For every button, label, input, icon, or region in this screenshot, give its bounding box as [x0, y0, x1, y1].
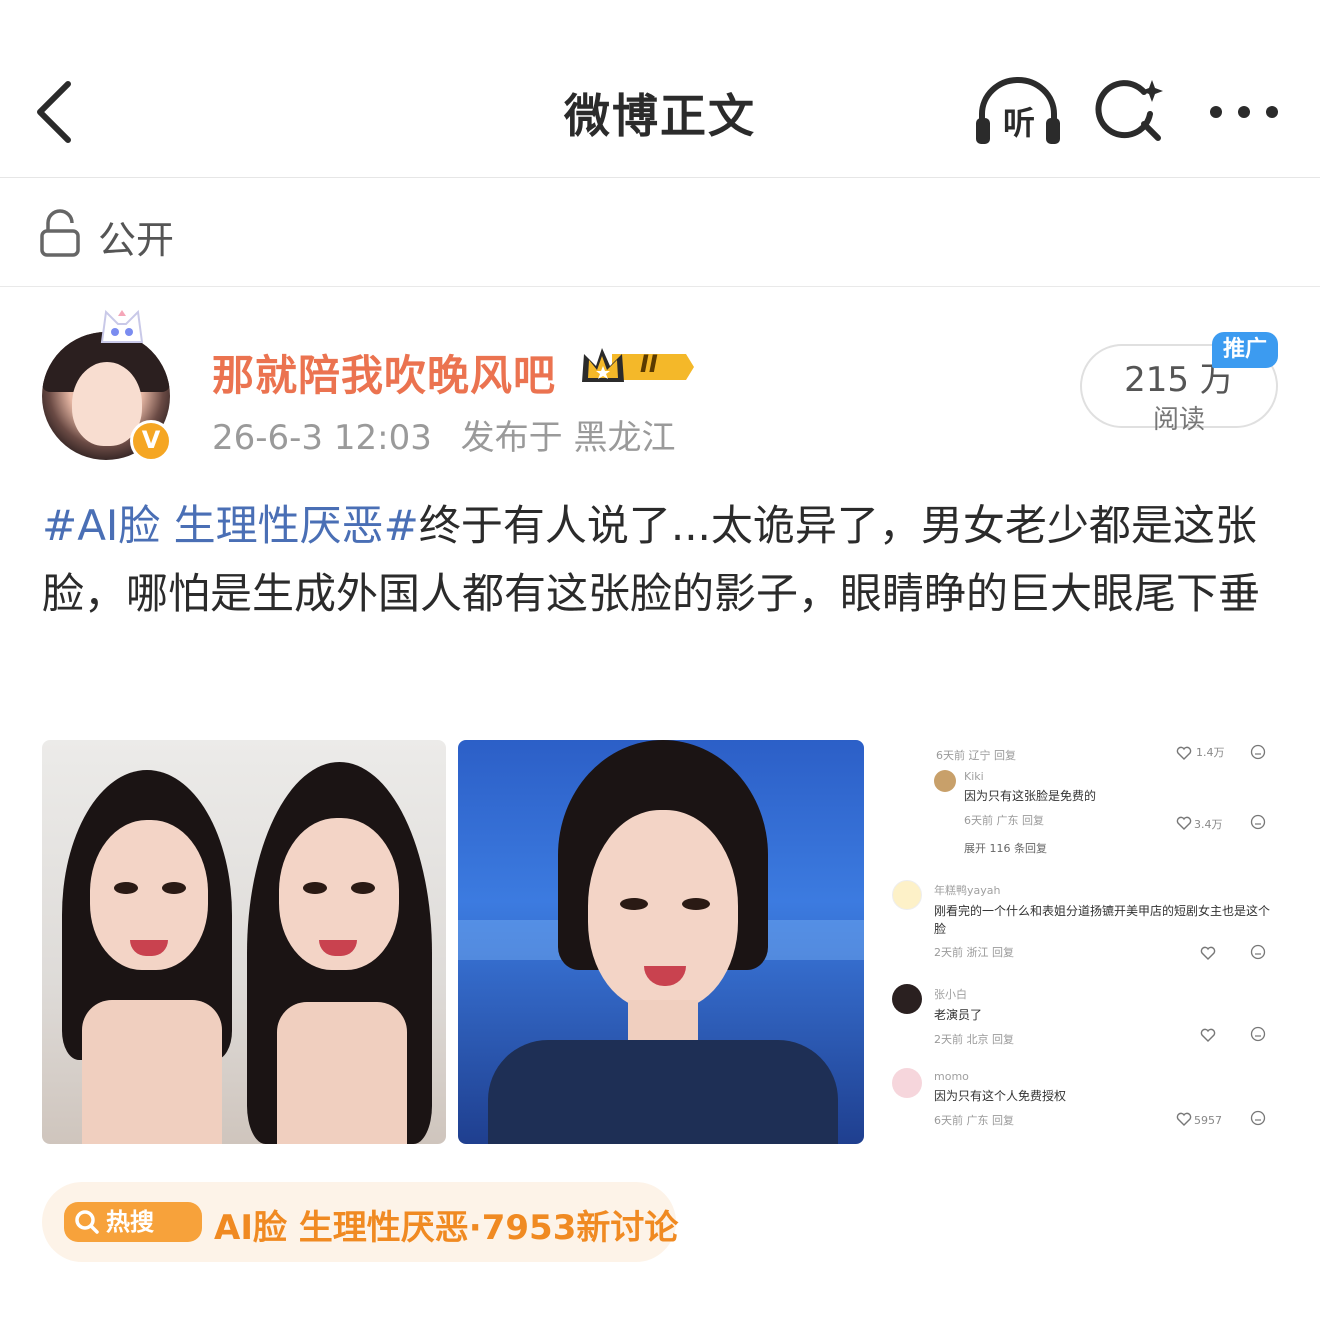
- listen-button[interactable]: 听: [972, 74, 1064, 148]
- top-bar: 微博正文 听: [0, 0, 1320, 178]
- hot-search-badge: 热搜: [64, 1202, 202, 1242]
- heart-icon[interactable]: [1176, 816, 1192, 830]
- hot-search-text: AI脸 生理性厌恶·7953新讨论: [214, 1208, 679, 1248]
- emoji-icon[interactable]: [1250, 1026, 1266, 1042]
- comment-3: 年糕鸭yayah 刚看完的一个什么和表姐分道扬镳开美甲店的短剧女主也是这个脸 2…: [934, 882, 1274, 960]
- visibility-row: 公开: [0, 179, 1320, 287]
- post-date: 26-6-3 12:03: [212, 418, 432, 458]
- emoji-icon[interactable]: [1250, 944, 1266, 960]
- comment-2: Kiki 因为只有这张脸是免费的 6天前 广东 回复 3.4万: [964, 770, 1274, 831]
- member-level-badge[interactable]: II: [578, 344, 696, 390]
- comment-meta: 6天前 广东 回复: [934, 1114, 1014, 1127]
- heart-icon[interactable]: [1200, 946, 1216, 960]
- verified-badge: V: [130, 420, 172, 462]
- post-hashtag[interactable]: #AI脸 生理性厌恶#: [42, 501, 419, 550]
- comment-author: 年糕鸭yayah: [934, 884, 1001, 897]
- promo-tag: 推广: [1212, 332, 1278, 368]
- more-button[interactable]: [1204, 92, 1284, 132]
- comment-avatar: [934, 770, 956, 792]
- search-icon: [75, 1210, 99, 1234]
- post-meta: 26-6-3 12:03 发布于 黑龙江: [212, 410, 693, 459]
- lock-icon: [40, 209, 80, 257]
- emoji-icon[interactable]: [1250, 1110, 1266, 1126]
- comment-text: 因为只有这张脸是免费的: [964, 789, 1097, 803]
- cat-ears-decoration-icon: [100, 309, 144, 343]
- hot-search-pill[interactable]: 热搜 AI脸 生理性厌恶·7953新讨论: [42, 1182, 679, 1262]
- post-text: #AI脸 生理性厌恶#终于有人说了...太诡异了，男女老少都是这张脸，哪怕是生成…: [42, 492, 1278, 628]
- more-dots-icon: [1210, 106, 1278, 118]
- post-image-2[interactable]: [458, 740, 864, 1144]
- comment-author: Kiki: [964, 770, 984, 783]
- comment-text: 老演员了: [934, 1008, 983, 1022]
- emoji-icon[interactable]: [1250, 744, 1266, 760]
- comment-avatar: [892, 880, 922, 910]
- post-location: 发布于 黑龙江: [460, 418, 676, 458]
- heart-icon[interactable]: [1176, 1112, 1192, 1126]
- read-label: 阅读: [1152, 405, 1205, 435]
- comment-meta: 2天前 北京 回复: [934, 1033, 1014, 1046]
- comment-5: momo 因为只有这个人免费授权 6天前 广东 回复 5957: [934, 1070, 1274, 1128]
- expand-replies[interactable]: 展开 116 条回复: [964, 840, 1047, 856]
- heart-icon[interactable]: [1200, 1028, 1216, 1042]
- comment-likes: 5957: [1194, 1114, 1222, 1127]
- hot-search-badge-label: 热搜: [106, 1208, 154, 1236]
- visibility-label: 公开: [98, 218, 175, 262]
- comment-likes: 1.4万: [1196, 746, 1225, 759]
- post-image-1[interactable]: [42, 740, 446, 1144]
- search-button[interactable]: [1094, 74, 1168, 148]
- comment-text: 刚看完的一个什么和表姐分道扬镳开美甲店的短剧女主也是这个脸: [934, 904, 1271, 936]
- comment-likes: 3.4万: [1194, 818, 1223, 831]
- comment-1: 6天前 辽宁 回复 1.4万: [936, 744, 1276, 763]
- listen-label: 听: [1002, 104, 1035, 142]
- comment-author: momo: [934, 1070, 969, 1083]
- comment-avatar: [892, 1068, 922, 1098]
- post-image-3-comments[interactable]: 6天前 辽宁 回复 1.4万 Kiki 因为只有这张脸是免费的 6天前 广东 回…: [876, 740, 1280, 1144]
- comment-meta: 6天前 辽宁 回复: [936, 749, 1016, 762]
- crown-icon: [582, 348, 694, 382]
- search-sparkle-icon: [1095, 80, 1163, 141]
- heart-icon[interactable]: [1176, 746, 1192, 760]
- comment-meta: 2天前 浙江 回复: [934, 946, 1014, 959]
- comment-author: 张小白: [934, 988, 967, 1001]
- comment-4: 张小白 老演员了 2天前 北京 回复: [934, 986, 1274, 1047]
- emoji-icon[interactable]: [1250, 814, 1266, 830]
- comment-meta: 6天前 广东 回复: [964, 814, 1044, 827]
- author-name[interactable]: 那就陪我吹晚风吧: [212, 342, 556, 403]
- comment-text: 因为只有这个人免费授权: [934, 1089, 1067, 1103]
- member-level-text: II: [640, 350, 658, 378]
- comment-avatar: [892, 984, 922, 1014]
